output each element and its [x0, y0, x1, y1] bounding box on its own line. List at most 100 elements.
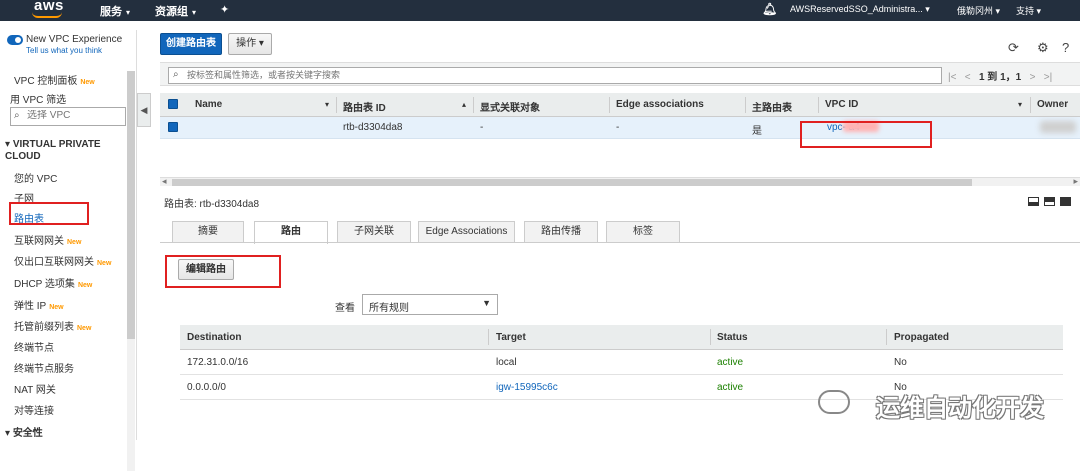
help-icon[interactable]: ?: [1062, 40, 1069, 55]
pin-icon[interactable]: ✦: [220, 3, 229, 16]
tab-summary[interactable]: 摘要: [172, 221, 244, 243]
sidebar-item-dhcp-options[interactable]: DHCP 选项集 New: [14, 275, 92, 290]
sort-ascending-icon[interactable]: ▴: [462, 100, 466, 109]
sidebar-item-elastic-ips[interactable]: 弹性 IP New: [14, 297, 64, 312]
split-half-icon[interactable]: [1044, 197, 1055, 206]
chevron-down-icon: ▾: [258, 38, 264, 49]
caret-down-icon: ▾: [5, 428, 11, 439]
view-label: 查看: [335, 303, 355, 314]
tab-subnet-associations[interactable]: 子网关联: [337, 221, 411, 243]
route-tables-grid-header: Name ▾ 路由表 ID ▴ 显式关联对象 Edge associations…: [160, 93, 1080, 117]
refresh-icon[interactable]: ⟳: [1008, 40, 1019, 56]
region-menu[interactable]: 俄勒冈州 ▾: [957, 4, 1000, 17]
account-menu[interactable]: AWSReservedSSO_Administra... ▾: [790, 4, 930, 15]
scroll-right-icon[interactable]: ▸: [1073, 176, 1078, 187]
sidebar-item-prefix-lists[interactable]: 托管前缀列表 New: [14, 318, 91, 333]
create-route-table-button[interactable]: 创建路由表: [160, 33, 222, 55]
cell-route-table-id: rtb-d3304da8: [343, 122, 403, 133]
sidebar-item-egress-gateways[interactable]: 仅出口互联网网关 New: [14, 253, 111, 268]
search-icon: ⌕: [173, 69, 179, 80]
cell-target-link[interactable]: igw-15995c6c: [496, 382, 558, 393]
actions-button[interactable]: 操作 ▾: [228, 33, 272, 55]
table-row: 172.31.0.0/16 local active No: [180, 351, 1063, 375]
sidebar-item-nat-gateways[interactable]: NAT 网关: [14, 381, 56, 396]
table-row[interactable]: rtb-d3304da8 - - 是 vpc- a4: [160, 117, 1080, 139]
chevron-down-icon: ▾: [925, 4, 930, 14]
row-checkbox[interactable]: [168, 122, 178, 132]
column-divider: [745, 97, 746, 113]
cell-status: active: [717, 357, 744, 368]
sidebar-scrollbar[interactable]: [127, 71, 135, 471]
sidebar-item-endpoint-services[interactable]: 终端节点服务: [14, 360, 74, 375]
column-destination[interactable]: Destination: [187, 332, 241, 343]
column-divider: [609, 97, 610, 113]
cell-destination: 0.0.0.0/0: [187, 382, 226, 393]
search-field[interactable]: ⌕: [168, 67, 942, 84]
new-experience-title: New VPC Experience: [26, 34, 123, 45]
new-experience-toggle[interactable]: [7, 35, 23, 45]
caret-down-icon: ▼: [482, 298, 491, 308]
column-status[interactable]: Status: [717, 332, 748, 343]
grid-horizontal-scrollbar[interactable]: ◂ ▸: [160, 176, 1080, 187]
sidebar-item-dashboard[interactable]: VPC 控制面板 New: [14, 72, 95, 87]
last-page-icon[interactable]: >|: [1044, 72, 1052, 83]
highlight-box: [800, 121, 932, 148]
tab-route-propagation[interactable]: 路由传播: [524, 221, 598, 243]
caret-down-icon: ▾: [5, 139, 11, 150]
sidebar-item-peering[interactable]: 对等连接: [14, 402, 54, 417]
sidebar-item-internet-gateways[interactable]: 互联网网关 New: [14, 232, 81, 247]
cell-destination: 172.31.0.0/16: [187, 357, 249, 368]
cell-explicit-association: -: [480, 122, 484, 133]
scroll-left-icon[interactable]: ◂: [162, 176, 167, 187]
next-page-icon[interactable]: >: [1030, 72, 1036, 83]
column-main[interactable]: 主路由表: [752, 99, 792, 114]
vpc-filter-input[interactable]: [27, 110, 123, 121]
column-vpc-id[interactable]: VPC ID: [825, 99, 858, 110]
column-name[interactable]: Name: [195, 99, 222, 110]
column-divider: [886, 329, 887, 345]
aws-logo[interactable]: aws: [34, 0, 64, 13]
column-edge-associations[interactable]: Edge associations: [616, 99, 704, 110]
highlight-box: [9, 202, 89, 225]
prev-page-icon[interactable]: <: [965, 72, 971, 83]
highlight-box: [165, 255, 281, 288]
redaction-blur: [1040, 121, 1076, 133]
selected-route-table-label: 路由表: rtb-d3304da8: [164, 199, 260, 210]
gear-icon[interactable]: ⚙: [1037, 40, 1049, 56]
column-propagated[interactable]: Propagated: [894, 332, 949, 343]
split-top-icon[interactable]: [1060, 197, 1071, 206]
services-menu[interactable]: 服务 ▾: [100, 3, 130, 19]
support-menu[interactable]: 支持 ▾: [1016, 4, 1041, 17]
column-target[interactable]: Target: [496, 332, 526, 343]
collapse-sidebar-button[interactable]: ◀: [137, 93, 151, 127]
sidebar-item-your-vpcs[interactable]: 您的 VPC: [14, 170, 57, 185]
new-badge: New: [80, 79, 95, 86]
view-rules-select[interactable]: 所有规则 ▼: [362, 294, 498, 315]
sort-icon[interactable]: ▾: [325, 100, 329, 109]
vpc-filter-select[interactable]: ⌕: [10, 107, 126, 126]
column-route-table-id[interactable]: 路由表 ID: [343, 99, 386, 114]
pagination: |< < 1 到 1，1 > >|: [948, 68, 1052, 83]
cell-status: active: [717, 382, 744, 393]
column-divider: [488, 329, 489, 345]
resource-groups-menu[interactable]: 资源组 ▾: [155, 3, 196, 19]
scrollbar-thumb[interactable]: [172, 179, 972, 186]
column-explicit-association[interactable]: 显式关联对象: [480, 99, 540, 114]
section-security[interactable]: ▾ 安全性: [5, 424, 43, 439]
scrollbar-thumb[interactable]: [127, 71, 135, 339]
sidebar-item-endpoints[interactable]: 终端节点: [14, 339, 54, 354]
bell-icon[interactable]: 🔔︎: [762, 2, 777, 16]
watermark-text: 运维自动化开发: [876, 395, 1044, 422]
split-bottom-icon[interactable]: [1028, 197, 1039, 206]
feedback-link[interactable]: Tell us what you think: [26, 46, 102, 55]
tab-routes[interactable]: 路由: [254, 221, 328, 244]
column-owner[interactable]: Owner: [1037, 99, 1068, 110]
tab-tags[interactable]: 标签: [606, 221, 680, 243]
first-page-icon[interactable]: |<: [948, 72, 956, 83]
search-input[interactable]: [187, 70, 937, 80]
sort-icon[interactable]: ▾: [1018, 100, 1022, 109]
sidebar: New VPC Experience Tell us what you thin…: [0, 30, 137, 471]
tab-edge-associations[interactable]: Edge Associations: [418, 221, 515, 243]
select-all-checkbox[interactable]: [168, 99, 178, 109]
section-vpc[interactable]: ▾ VIRTUAL PRIVATE CLOUD: [5, 139, 123, 163]
